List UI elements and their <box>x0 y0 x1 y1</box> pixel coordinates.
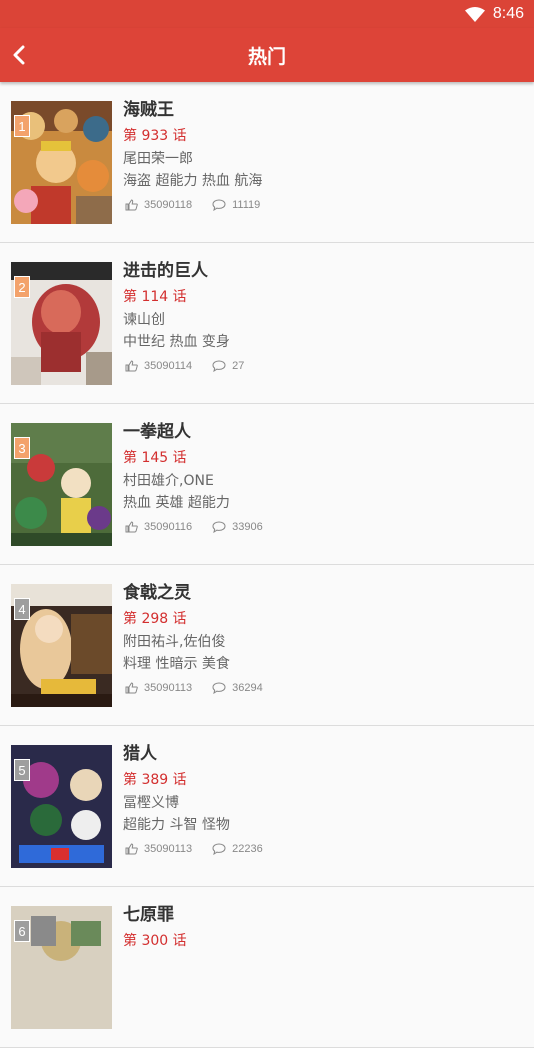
comic-item[interactable]: 6 七原罪 第 300 话 <box>0 887 534 1048</box>
comic-title: 进击的巨人 <box>123 261 208 281</box>
page-title: 热门 <box>247 45 286 68</box>
latest-chapter: 第 145 话 <box>123 450 187 466</box>
comments-stat[interactable]: 36294 <box>212 682 263 694</box>
status-time: 8:46 <box>492 5 524 22</box>
comic-tags: 热血 英雄 超能力 <box>123 495 230 511</box>
likes-stat[interactable]: 35090114 <box>125 360 192 372</box>
rank-badge: 1 <box>14 115 30 137</box>
comic-item[interactable]: 2 进击的巨人 第 114 话 谏山创 中世纪 热血 变身 35090114 2… <box>0 243 534 404</box>
cover-image: 3 <box>11 423 112 546</box>
cover-image: 4 <box>11 584 112 707</box>
comic-author: 谏山创 <box>123 312 165 328</box>
likes-stat[interactable]: 35090116 <box>125 521 192 533</box>
comments-count: 33906 <box>232 521 263 533</box>
comments-count: 22236 <box>232 843 263 855</box>
rank-badge: 6 <box>14 920 30 942</box>
comic-author: 附田祐斗,佐伯俊 <box>123 634 226 650</box>
comment-icon <box>212 360 226 372</box>
likes-stat[interactable]: 35090118 <box>125 199 192 211</box>
comic-tags: 超能力 斗智 怪物 <box>123 817 230 833</box>
comic-item[interactable]: 1 海贼王 第 933 话 尾田荣一郎 海盗 超能力 热血 航海 3509011… <box>0 82 534 243</box>
thumbs-up-icon <box>125 843 138 855</box>
rank-badge: 2 <box>14 276 30 298</box>
comic-author: 村田雄介,ONE <box>123 473 214 489</box>
likes-stat[interactable]: 35090113 <box>125 682 192 694</box>
comments-count: 27 <box>232 360 245 372</box>
latest-chapter: 第 933 话 <box>123 128 187 144</box>
comic-tags: 料理 性暗示 美食 <box>123 656 230 672</box>
latest-chapter: 第 298 话 <box>123 611 187 627</box>
thumbs-up-icon <box>125 199 138 211</box>
likes-count: 35090113 <box>144 843 193 855</box>
comic-title: 食戟之灵 <box>123 583 191 603</box>
cover-image: 6 <box>11 906 112 1029</box>
thumbs-up-icon <box>125 360 138 372</box>
comic-item[interactable]: 4 食戟之灵 第 298 话 附田祐斗,佐伯俊 料理 性暗示 美食 350901… <box>0 565 534 726</box>
comic-item[interactable]: 3 一拳超人 第 145 话 村田雄介,ONE 热血 英雄 超能力 350901… <box>0 404 534 565</box>
rank-badge: 4 <box>14 598 30 620</box>
wifi-icon <box>464 6 485 22</box>
thumbs-up-icon <box>125 682 138 694</box>
likes-count: 35090118 <box>144 199 193 211</box>
likes-count: 35090116 <box>144 521 193 533</box>
comic-tags: 海盗 超能力 热血 航海 <box>123 173 263 189</box>
rank-badge: 5 <box>14 759 30 781</box>
comic-title: 一拳超人 <box>123 422 191 442</box>
likes-count: 35090114 <box>144 360 193 372</box>
comment-icon <box>212 843 226 855</box>
back-button[interactable] <box>2 28 36 82</box>
comment-icon <box>212 682 226 694</box>
rank-badge: 3 <box>14 437 30 459</box>
comic-title: 猎人 <box>123 744 157 764</box>
comments-stat[interactable]: 33906 <box>212 521 263 533</box>
comments-stat[interactable]: 27 <box>212 360 244 372</box>
comments-count: 36294 <box>232 682 263 694</box>
chevron-left-icon <box>13 45 25 65</box>
comment-icon <box>212 199 226 211</box>
latest-chapter: 第 114 话 <box>123 289 187 305</box>
cover-image: 2 <box>11 262 112 385</box>
comment-icon <box>212 521 226 533</box>
status-bar: 8:46 <box>0 0 534 28</box>
thumbs-up-icon <box>125 521 138 533</box>
comic-author: 冨樫义博 <box>123 795 179 811</box>
cover-image: 1 <box>11 101 112 224</box>
comic-tags: 中世纪 热血 变身 <box>123 334 230 350</box>
comments-count: 11119 <box>232 199 261 211</box>
comments-stat[interactable]: 22236 <box>212 843 263 855</box>
likes-count: 35090113 <box>144 682 193 694</box>
comic-list: 1 海贼王 第 933 话 尾田荣一郎 海盗 超能力 热血 航海 3509011… <box>0 82 534 1048</box>
comic-title: 七原罪 <box>123 905 174 925</box>
comic-item[interactable]: 5 猎人 第 389 话 冨樫义博 超能力 斗智 怪物 35090113 222… <box>0 726 534 887</box>
likes-stat[interactable]: 35090113 <box>125 843 192 855</box>
comments-stat[interactable]: 11119 <box>212 199 260 211</box>
app-bar: 热门 <box>0 28 534 82</box>
comic-title: 海贼王 <box>123 100 174 120</box>
cover-image: 5 <box>11 745 112 868</box>
latest-chapter: 第 389 话 <box>123 772 187 788</box>
latest-chapter: 第 300 话 <box>123 933 187 949</box>
comic-author: 尾田荣一郎 <box>123 151 193 167</box>
